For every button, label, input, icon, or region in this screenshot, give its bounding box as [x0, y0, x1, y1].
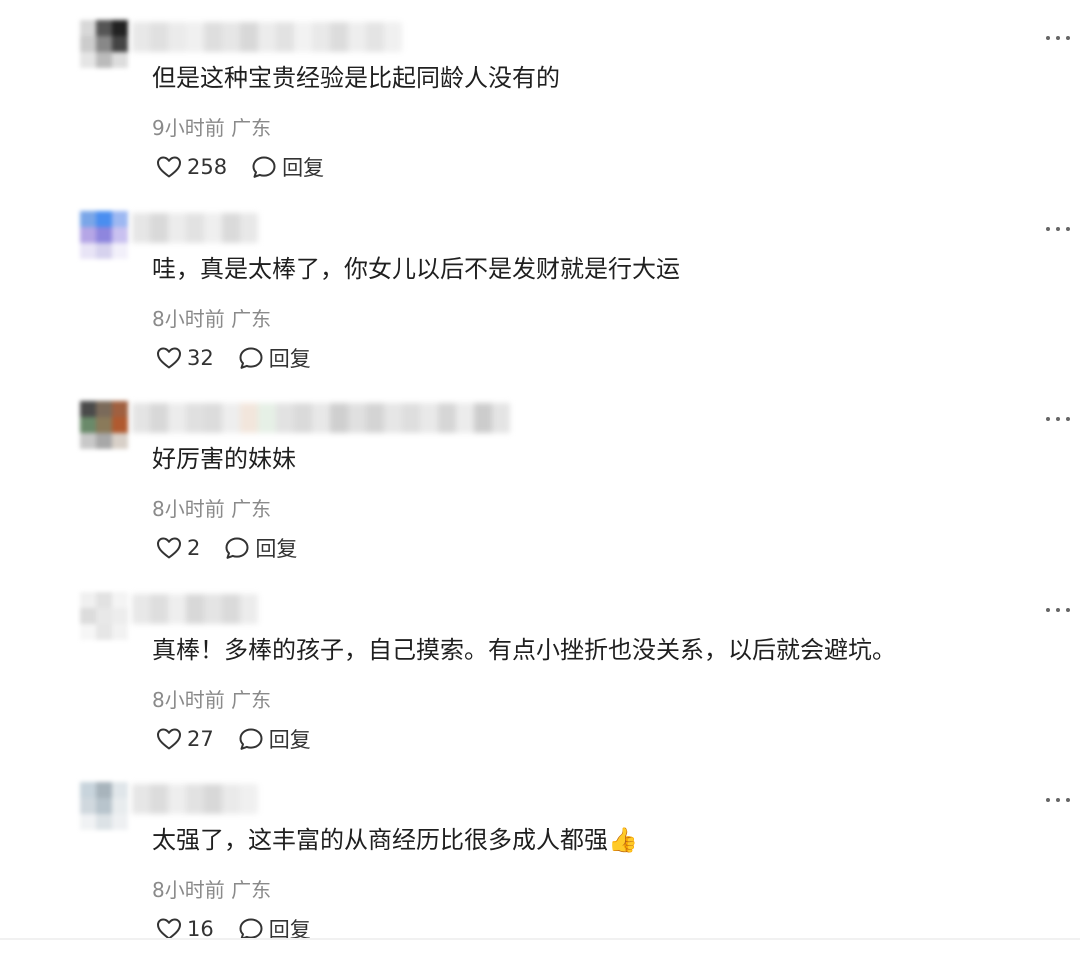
comment-bubble-icon	[238, 346, 264, 370]
comment-meta: 9小时前 广东	[152, 112, 271, 141]
comment-meta: 8小时前 广东	[152, 874, 271, 903]
username-blurred[interactable]	[132, 784, 258, 814]
comment-bubble-icon	[238, 727, 264, 751]
more-options-icon[interactable]	[1044, 794, 1072, 806]
like-count: 2	[187, 536, 201, 560]
comment-item: 太强了，这丰富的从商经历比很多成人都强👍 8小时前 广东 16 回复	[0, 782, 1080, 972]
avatar[interactable]	[80, 401, 128, 449]
comment-actions: 2 回复	[156, 531, 297, 565]
comment-time: 9小时前	[152, 116, 225, 140]
comment-actions: 258 回复	[156, 150, 324, 184]
more-options-icon[interactable]	[1044, 604, 1072, 616]
reply-button[interactable]: 回复	[251, 152, 324, 182]
username-blurred[interactable]	[132, 22, 402, 52]
comment-text: 但是这种宝贵经验是比起同龄人没有的	[152, 64, 560, 92]
like-button[interactable]: 2	[156, 536, 200, 560]
more-options-icon[interactable]	[1044, 413, 1072, 425]
comment-bubble-icon	[224, 536, 250, 560]
heart-icon	[156, 536, 182, 560]
comment-item: 但是这种宝贵经验是比起同龄人没有的 9小时前 广东 258 回复	[0, 20, 1080, 210]
comment-location: 广东	[231, 116, 272, 140]
username-blurred[interactable]	[132, 213, 258, 243]
comment-text: 太强了，这丰富的从商经历比很多成人都强👍	[152, 826, 638, 854]
comment-meta: 8小时前 广东	[152, 303, 271, 332]
avatar[interactable]	[80, 592, 128, 640]
reply-label: 回复	[268, 728, 311, 752]
avatar[interactable]	[80, 782, 128, 830]
comment-location: 广东	[231, 307, 272, 331]
heart-icon	[156, 155, 182, 179]
username-blurred[interactable]	[132, 403, 510, 433]
comment-location: 广东	[231, 688, 272, 712]
comment-location: 广东	[231, 497, 272, 521]
comment-text: 好厉害的妹妹	[152, 445, 296, 473]
heart-icon	[156, 727, 182, 751]
comment-actions: 32 回复	[156, 341, 311, 375]
reply-label: 回复	[282, 156, 325, 180]
reply-button[interactable]: 回复	[224, 533, 297, 563]
comment-time: 8小时前	[152, 878, 225, 902]
comment-actions: 16 回复	[156, 912, 311, 946]
comment-actions: 27 回复	[156, 722, 311, 756]
reply-button[interactable]: 回复	[238, 343, 311, 373]
comment-bubble-icon	[251, 155, 277, 179]
comment-time: 8小时前	[152, 688, 225, 712]
username-blurred[interactable]	[132, 594, 258, 624]
heart-icon	[156, 346, 182, 370]
comment-time: 8小时前	[152, 497, 225, 521]
more-options-icon[interactable]	[1044, 32, 1072, 44]
comment-item: 真棒！多棒的孩子，自己摸索。有点小挫折也没关系，以后就会避坑。 8小时前 广东 27…	[0, 592, 1080, 782]
avatar[interactable]	[80, 20, 128, 68]
comment-meta: 8小时前 广东	[152, 684, 271, 713]
comment-time: 8小时前	[152, 307, 225, 331]
like-button[interactable]: 32	[156, 346, 214, 370]
reply-label: 回复	[268, 347, 311, 371]
like-count: 32	[187, 346, 214, 370]
comment-text: 真棒！多棒的孩子，自己摸索。有点小挫折也没关系，以后就会避坑。	[152, 636, 896, 664]
reply-label: 回复	[255, 537, 298, 561]
avatar[interactable]	[80, 211, 128, 259]
comment-meta: 8小时前 广东	[152, 493, 271, 522]
comment-location: 广东	[231, 878, 272, 902]
like-button[interactable]: 27	[156, 727, 214, 751]
more-options-icon[interactable]	[1044, 223, 1072, 235]
like-button[interactable]: 258	[156, 155, 227, 179]
comment-item: 好厉害的妹妹 8小时前 广东 2 回复	[0, 401, 1080, 591]
reply-button[interactable]: 回复	[238, 724, 311, 754]
like-count: 27	[187, 727, 214, 751]
comment-item: 哇，真是太棒了，你女儿以后不是发财就是行大运 8小时前 广东 32 回复	[0, 211, 1080, 401]
comment-text: 哇，真是太棒了，你女儿以后不是发财就是行大运	[152, 255, 680, 283]
like-count: 258	[187, 155, 228, 179]
